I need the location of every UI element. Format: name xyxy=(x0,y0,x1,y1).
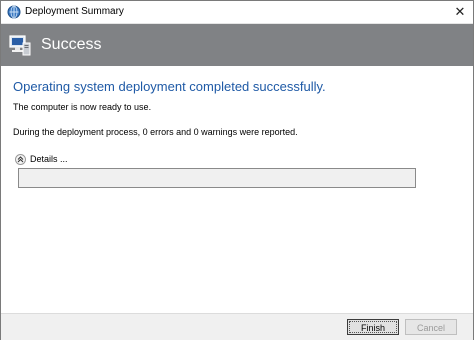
close-icon[interactable]: ✕ xyxy=(451,3,469,21)
details-label[interactable]: Details ... xyxy=(30,153,68,165)
status-banner: Success xyxy=(1,24,473,66)
deployment-summary-window: Deployment Summary ✕ Success Operating s… xyxy=(0,0,474,340)
window-title: Deployment Summary xyxy=(25,6,124,17)
finish-button-label: Finish xyxy=(349,321,397,333)
banner-title: Success xyxy=(41,36,102,53)
button-bar: Finish Cancel xyxy=(1,313,473,340)
computer-icon xyxy=(9,34,31,56)
ready-message: The computer is now ready to use. xyxy=(13,102,152,112)
chevron-up-icon[interactable] xyxy=(15,153,26,165)
details-toggle[interactable]: Details ... xyxy=(15,152,68,166)
details-text-box[interactable] xyxy=(18,168,416,188)
result-heading: Operating system deployment completed su… xyxy=(13,79,326,94)
deployment-app-icon xyxy=(7,5,21,19)
finish-button[interactable]: Finish xyxy=(347,319,399,335)
title-bar: Deployment Summary ✕ xyxy=(1,1,473,24)
report-message: During the deployment process, 0 errors … xyxy=(13,127,298,137)
cancel-button: Cancel xyxy=(405,319,457,335)
